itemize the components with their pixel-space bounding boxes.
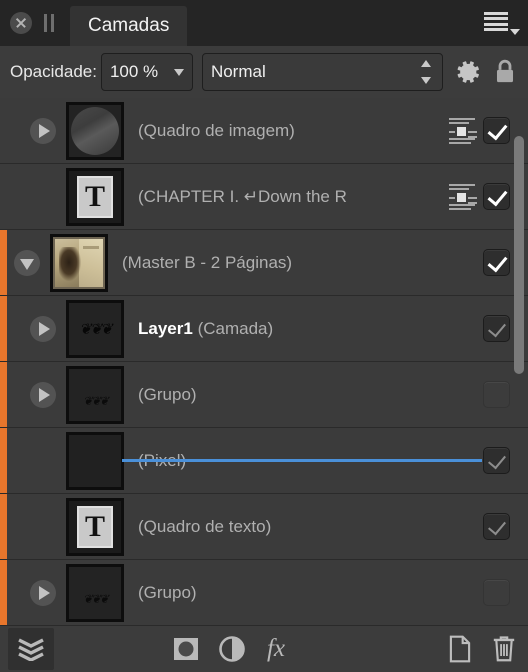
disclosure-triangle-collapsed[interactable] [30, 381, 56, 408]
ornament-glyph: ❦❦❦ [82, 591, 109, 606]
layer-visibility-checkbox[interactable] [483, 447, 510, 474]
toolbar-right-group [446, 633, 518, 665]
disclosure-placeholder [30, 448, 56, 474]
selection-strip [0, 494, 7, 559]
disclosure-triangle-collapsed[interactable] [30, 117, 56, 144]
layer-name: (Master B - 2 Páginas) [122, 252, 293, 272]
add-effects-button[interactable]: fx [256, 629, 296, 669]
panel-menu-button[interactable] [484, 9, 520, 37]
layer-visibility-checkbox[interactable] [483, 579, 510, 606]
layer-name: (Quadro de imagem) [138, 120, 295, 140]
layer-row[interactable]: (Master B - 2 Páginas) [0, 230, 528, 296]
layer-thumbnail[interactable] [66, 431, 124, 490]
layer-thumbnail[interactable] [66, 101, 124, 160]
new-layer-button[interactable] [446, 633, 474, 665]
ornament-glyph: ❦❦❦ [79, 320, 113, 338]
scrollbar-thumb[interactable] [514, 136, 524, 374]
layer-list-scrollbar[interactable] [512, 98, 526, 626]
layer-visibility-checkbox[interactable] [483, 183, 510, 210]
layer-name: (Grupo) [138, 384, 197, 404]
layer-visibility-checkbox[interactable] [483, 249, 510, 276]
delete-layer-icon [493, 636, 515, 662]
layer-name-suffix: (Camada) [197, 318, 274, 338]
mask-icon [174, 638, 198, 660]
layer-stack-button[interactable] [8, 628, 54, 670]
disclosure-triangle-collapsed[interactable] [30, 579, 56, 606]
lock-icon[interactable] [492, 57, 518, 87]
new-layer-icon [449, 635, 471, 663]
chevron-down-icon [173, 68, 184, 76]
blend-mode-select[interactable]: Normal [201, 53, 443, 91]
layer-row[interactable]: T (CHAPTER I. ↵Down the R [0, 164, 528, 230]
layer-list[interactable]: (Quadro de imagem) T (CHAPTER I. ↵Down t… [0, 98, 528, 626]
selection-strip [0, 230, 7, 295]
layer-thumbnail[interactable]: ❦❦❦ [66, 563, 124, 622]
add-mask-button[interactable] [166, 629, 206, 669]
pause-icon[interactable] [42, 14, 56, 32]
layer-name: Layer1 (Camada) [138, 319, 483, 339]
stepper-icon[interactable] [420, 60, 432, 84]
layer-visibility-checkbox[interactable] [483, 513, 510, 540]
layer-visibility-checkbox[interactable] [483, 381, 510, 408]
layer-row[interactable]: ❦❦❦ (Grupo) [0, 362, 528, 428]
layer-options-bar: Opacidade: 100 % Normal [0, 46, 528, 98]
layer-row[interactable]: T (Quadro de texto) [0, 494, 528, 560]
layer-name: (Grupo) [138, 582, 197, 602]
layer-name: (CHAPTER I. ↵Down the R [138, 186, 347, 206]
selection-strip [0, 428, 7, 493]
layer-thumbnail[interactable]: T [66, 167, 124, 226]
text-layer-glyph: T [77, 175, 113, 218]
disclosure-triangle-expanded[interactable] [14, 249, 40, 276]
disclosure-placeholder [30, 514, 56, 540]
add-adjustment-button[interactable] [212, 629, 252, 669]
gear-icon[interactable] [453, 57, 483, 87]
opacity-label: Opacidade: [10, 62, 97, 81]
layer-thumbnail[interactable] [50, 233, 108, 292]
selection-strip [0, 296, 7, 361]
effects-fx-icon: fx [266, 635, 286, 662]
selection-strip [0, 98, 7, 163]
text-layer-glyph: T [77, 505, 113, 548]
layer-row[interactable]: ❦❦❦ Layer1 (Camada) [0, 296, 528, 362]
drop-indicator-line [122, 459, 482, 462]
close-icon[interactable] [10, 12, 32, 34]
title-bar-left-controls: Camadas [0, 0, 188, 46]
ornament-glyph: ❦❦❦ [82, 393, 109, 408]
layer-name: (Quadro de texto) [138, 516, 272, 536]
layer-name-bold: Layer1 [138, 318, 193, 338]
opacity-value: 100 % [109, 62, 159, 81]
disclosure-triangle-collapsed[interactable] [30, 315, 56, 342]
layer-stack-icon [18, 638, 44, 661]
layer-row[interactable]: (Quadro de imagem) [0, 98, 528, 164]
delete-layer-button[interactable] [490, 633, 518, 665]
selection-strip [0, 560, 7, 625]
layer-visibility-checkbox[interactable] [483, 117, 510, 144]
layer-panel-toolbar: fx [0, 626, 528, 672]
layer-thumbnail[interactable]: ❦❦❦ [66, 365, 124, 424]
blend-mode-value: Normal [210, 62, 266, 81]
tab-label: Camadas [88, 15, 170, 36]
layer-thumbnail[interactable]: T [66, 497, 124, 556]
panel-title-bar: Camadas [0, 0, 528, 46]
layer-row[interactable]: ❦❦❦ (Grupo) [0, 560, 528, 626]
selection-strip [0, 164, 7, 229]
text-wrap-icon [449, 117, 477, 144]
panel-menu-icon [484, 12, 508, 31]
adjustment-icon [219, 636, 245, 662]
disclosure-placeholder [30, 184, 56, 210]
opacity-dropdown[interactable]: 100 % [100, 53, 193, 91]
tab-camadas[interactable]: Camadas [70, 6, 188, 46]
layer-visibility-checkbox[interactable] [483, 315, 510, 342]
layer-thumbnail[interactable]: ❦❦❦ [66, 299, 124, 358]
chevron-down-icon [510, 29, 520, 35]
text-wrap-icon [449, 183, 477, 210]
selection-strip [0, 362, 7, 427]
